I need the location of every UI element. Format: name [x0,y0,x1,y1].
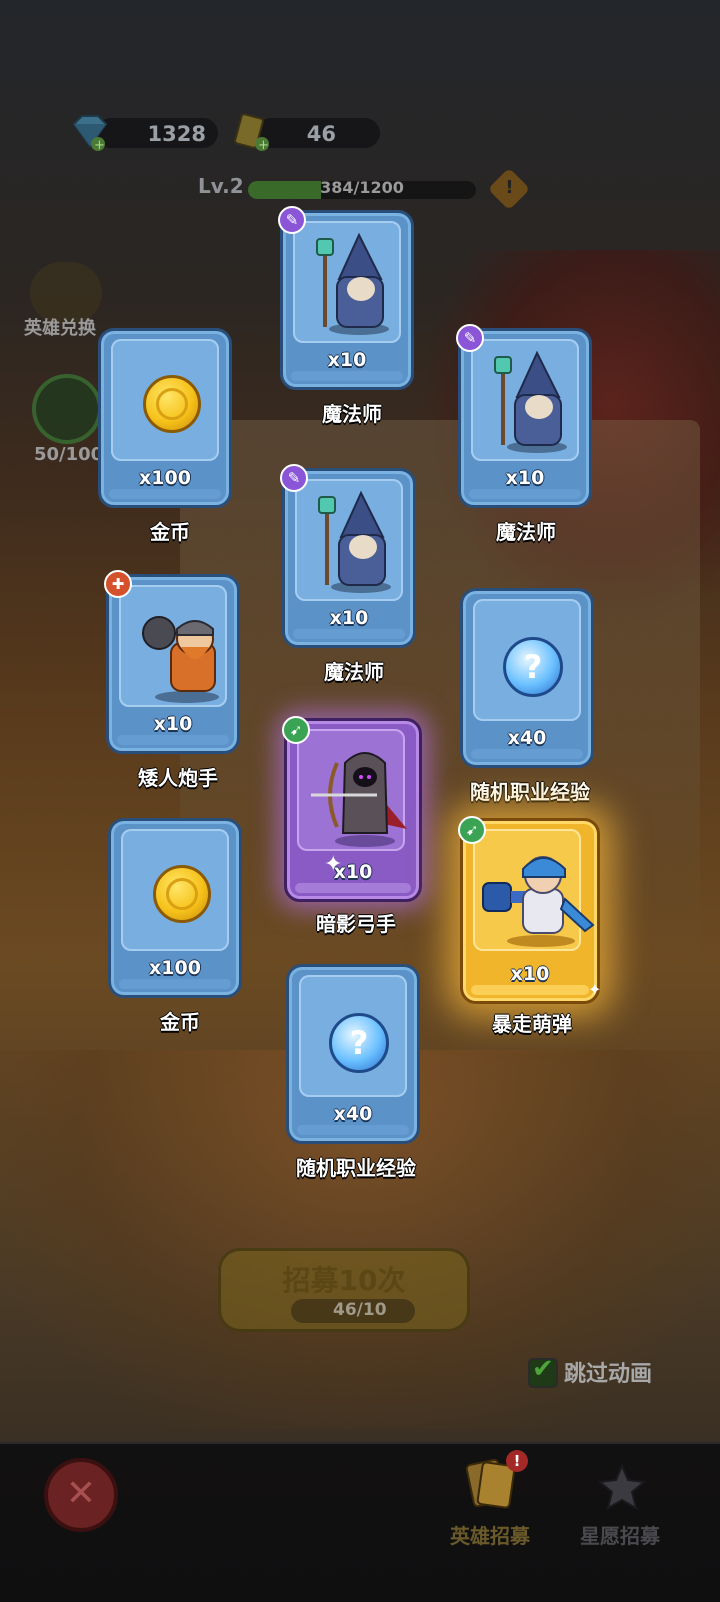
wizard-icon [316,232,389,335]
reward-card[interactable]: x10 [282,468,416,648]
wizard-icon [318,490,391,593]
reward-quantity: x10 [510,963,550,985]
svg-text:+: + [94,138,105,152]
recruit-10-button[interactable]: 招募10次 46/10 [218,1248,470,1332]
reward-name: 暴走萌弹 [492,1012,572,1036]
reward-quantity: x40 [333,1103,373,1125]
recruit-button-label: 招募10次 [282,1264,406,1297]
star-progress-text: 50/100 [34,444,104,465]
reward-card[interactable]: x100 [98,328,232,508]
dwarf-gunner-icon [142,616,219,703]
ticket-count: 46 [306,122,336,146]
reward-name: 随机职业经验 [470,780,590,804]
reward-name: 魔法师 [322,402,382,426]
ticket-counter[interactable]: 46 [256,118,380,148]
tab-hero-recruit[interactable]: 英雄招募 [450,1520,530,1549]
gold-coin-icon [143,375,201,433]
staff-icon: ✎ [456,324,484,352]
reward-quantity: x10 [329,607,369,629]
star-progress-icon[interactable] [32,374,102,444]
reward-card[interactable]: ? x40 [460,588,594,768]
reward-card[interactable]: x10 [106,574,240,754]
reward-name: 金币 [160,1010,200,1034]
question-orb-icon: ? [503,637,563,697]
recruit-cost: 46/10 [291,1299,415,1323]
close-button[interactable]: ✕ [44,1458,118,1532]
reward-card[interactable]: x100 [108,818,242,998]
reward-name: 矮人炮手 [138,766,218,790]
reward-name: 金币 [150,520,190,544]
reward-quantity: x100 [139,467,191,489]
berserk-hero-icon [482,856,595,947]
reward-quantity: x40 [507,727,547,749]
new-alert-icon: ! [506,1450,528,1472]
skip-animation-checkbox[interactable]: ✔ [528,1354,558,1388]
gem-count: 1328 [147,122,206,146]
reward-card[interactable]: x10 [458,328,592,508]
diamond-icon: + [72,115,108,152]
checkmark-icon: ✔ [532,1354,554,1384]
gold-coin-icon [153,865,211,923]
gem-counter[interactable]: 1328 [96,118,218,148]
hero-exchange-label: 英雄兑换 [24,318,96,339]
bow-icon: ➹ [282,716,310,744]
recruit-cost-text: 46/10 [333,1300,387,1320]
wish-recruit-icon [597,1463,647,1511]
reward-card[interactable]: x10 [284,718,422,902]
recruit-ticket-icon: + [234,113,269,152]
reward-card[interactable]: ? x40 [286,964,420,1144]
staff-icon: ✎ [280,464,308,492]
cannon-icon: ✚ [104,570,132,598]
skip-animation-label[interactable]: 跳过动画 [564,1356,652,1388]
close-icon: ✕ [65,1473,97,1514]
reward-card[interactable]: x10 [460,818,600,1004]
player-level: Lv.2 [198,174,244,198]
sparkle-icon: ✦ [588,980,602,999]
staff-icon: ✎ [278,206,306,234]
sparkle-icon: ✦ [324,852,343,877]
reward-quantity: x10 [327,349,367,371]
reward-name: 魔法师 [496,520,556,544]
castle-silhouette [180,420,700,960]
tab-wish-recruit[interactable]: 星愿招募 [580,1520,660,1549]
bow-icon: ➹ [458,816,486,844]
shadow-archer-icon [311,752,407,847]
reward-quantity: x100 [149,957,201,979]
reward-name: 随机职业经验 [296,1156,416,1180]
xp-text: 384/1200 [320,178,404,197]
wizard-icon [494,350,567,453]
question-orb-icon: ? [329,1013,389,1073]
reward-quantity: x10 [153,713,193,735]
reward-name: 暗影弓手 [316,912,396,936]
reward-quantity: x10 [505,467,545,489]
reward-card[interactable]: x10 [280,210,414,390]
reward-quantity: x10 [333,861,373,883]
reward-name: 魔法师 [324,660,384,684]
svg-text:+: + [258,138,269,152]
